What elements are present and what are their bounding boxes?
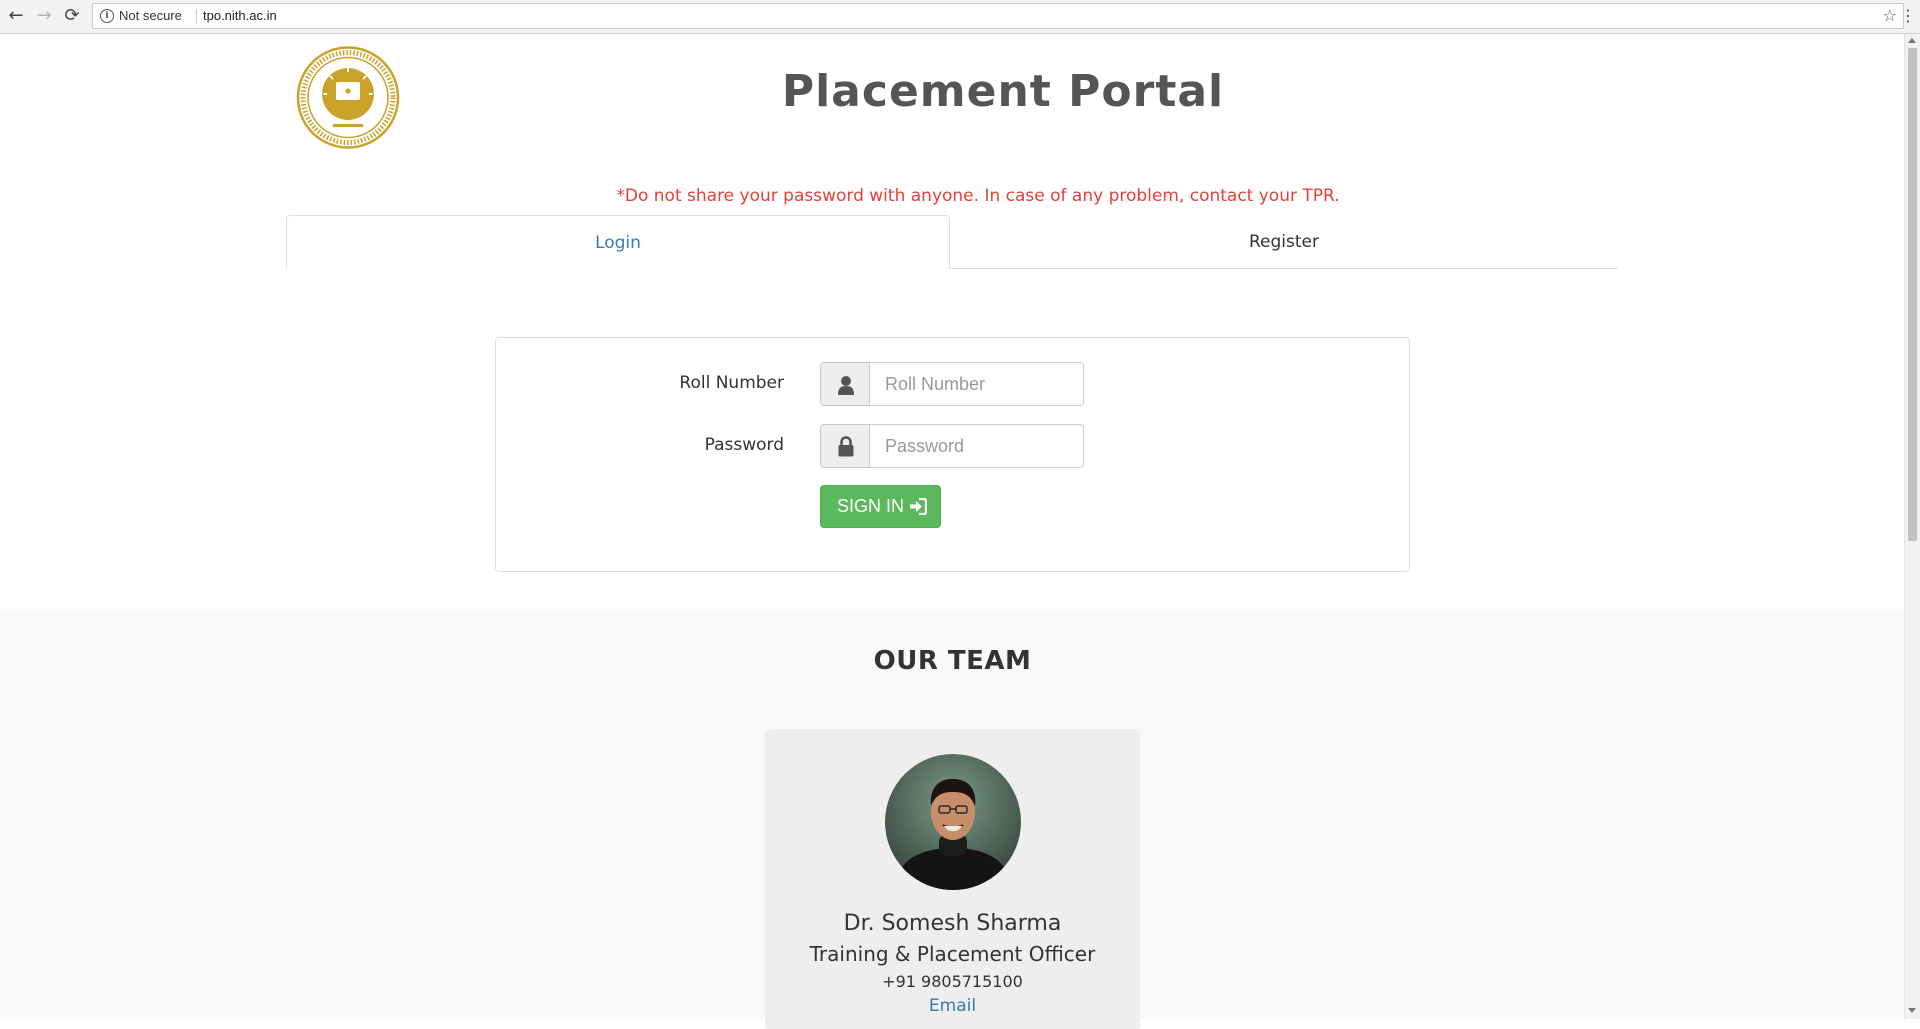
sign-in-label: SIGN IN bbox=[837, 496, 905, 516]
address-bar[interactable]: i Not secure tpo.nith.ac.in ☆ bbox=[92, 3, 1904, 29]
avatar bbox=[885, 754, 1021, 890]
password-label: Password bbox=[704, 435, 784, 455]
member-phone: +91 9805715100 bbox=[882, 972, 1023, 991]
member-role: Training & Placement Officer bbox=[809, 942, 1096, 966]
user-icon bbox=[838, 376, 854, 395]
info-icon[interactable]: i bbox=[100, 9, 114, 23]
lock-icon bbox=[838, 436, 854, 457]
star-icon[interactable]: ☆ bbox=[1883, 6, 1897, 25]
browser-toolbar: ← → ⟳ i Not secure tpo.nith.ac.in ☆ ⋮ bbox=[0, 0, 1920, 34]
auth-tabs: Register Login bbox=[286, 215, 1618, 269]
url-separator bbox=[196, 9, 197, 24]
password-input[interactable] bbox=[869, 424, 1084, 468]
password-warning: *Do not share your password with anyone.… bbox=[616, 186, 1340, 206]
roll-number-input[interactable] bbox=[869, 362, 1084, 406]
scroll-thumb[interactable] bbox=[1908, 48, 1917, 541]
page-title: Placement Portal bbox=[781, 66, 1225, 117]
member-name: Dr. Somesh Sharma bbox=[843, 911, 1062, 936]
tab-login[interactable]: Login bbox=[286, 215, 950, 269]
institute-seal-logo bbox=[296, 46, 400, 149]
url-text[interactable]: tpo.nith.ac.in bbox=[203, 8, 277, 23]
roll-number-group bbox=[820, 362, 1084, 406]
password-group bbox=[820, 424, 1084, 468]
password-addon bbox=[820, 424, 870, 468]
back-icon[interactable]: ← bbox=[5, 5, 27, 27]
sign-in-button[interactable]: SIGN IN bbox=[820, 485, 941, 528]
roll-number-addon bbox=[820, 362, 870, 406]
team-title: OUR TEAM bbox=[873, 646, 1032, 676]
sign-in-icon bbox=[910, 498, 927, 515]
security-label[interactable]: Not secure bbox=[119, 8, 182, 23]
tab-register[interactable]: Register bbox=[950, 215, 1618, 269]
roll-number-label: Roll Number bbox=[679, 373, 784, 393]
scroll-up-icon[interactable] bbox=[1908, 38, 1916, 43]
forward-icon[interactable]: → bbox=[33, 5, 55, 27]
vertical-dots-icon[interactable]: ⋮ bbox=[1900, 6, 1916, 26]
reload-icon[interactable]: ⟳ bbox=[61, 5, 83, 27]
member-email-link[interactable]: Email bbox=[765, 996, 1140, 1016]
scroll-down-icon[interactable] bbox=[1908, 1008, 1916, 1013]
